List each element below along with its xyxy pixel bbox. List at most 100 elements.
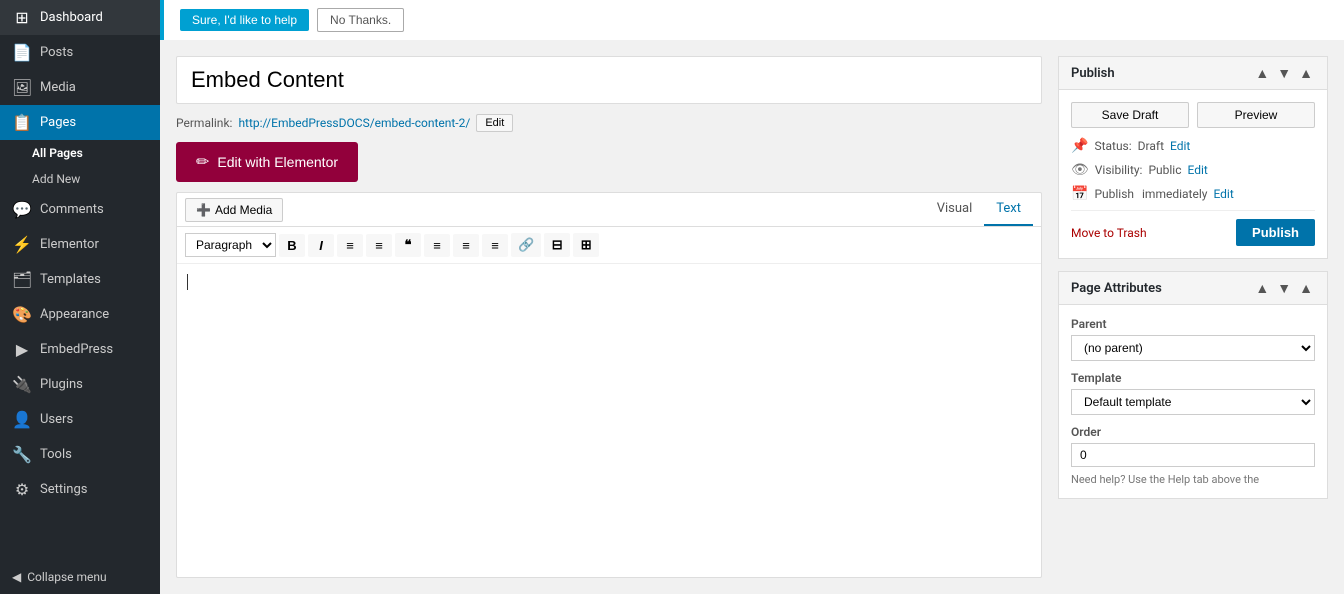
sidebar-item-label: Templates: [40, 272, 101, 287]
order-label: Order: [1071, 425, 1315, 439]
sidebar-item-label: Comments: [40, 202, 104, 217]
publish-time-value: immediately: [1142, 187, 1207, 201]
embedpress-icon: ▶: [12, 340, 32, 359]
sidebar-item-comments[interactable]: 💬 Comments: [0, 192, 160, 227]
sidebar-item-label: Appearance: [40, 307, 109, 322]
sidebar-item-plugins[interactable]: 🔌 Plugins: [0, 367, 160, 402]
sidebar-item-settings[interactable]: ⚙ Settings: [0, 472, 160, 507]
visibility-edit-link[interactable]: Edit: [1188, 163, 1208, 177]
sidebar-item-pages[interactable]: 📋 Pages: [0, 105, 160, 140]
sidebar-item-tools[interactable]: 🔧 Tools: [0, 437, 160, 472]
sidebar-item-label: Elementor: [40, 237, 99, 252]
elementor-logo-icon: ✏: [196, 152, 209, 172]
sidebar-item-dashboard[interactable]: ⊞ Dashboard: [0, 0, 160, 35]
order-input[interactable]: [1071, 443, 1315, 467]
help-banner: Sure, I'd like to help No Thanks.: [160, 0, 1344, 40]
content-area: Permalink: http://EmbedPressDOCS/embed-c…: [160, 40, 1344, 594]
format-select[interactable]: Paragraph: [185, 233, 276, 257]
status-edit-link[interactable]: Edit: [1170, 139, 1190, 153]
add-media-button[interactable]: ➕ Add Media: [185, 198, 283, 222]
permalink-edit-button[interactable]: Edit: [476, 114, 513, 132]
status-icon: 📌: [1071, 138, 1088, 154]
publish-time-edit-link[interactable]: Edit: [1213, 187, 1233, 201]
unlink-button[interactable]: ⊟: [544, 233, 570, 257]
attributes-panel-close-button[interactable]: ▲: [1297, 280, 1315, 296]
status-row: 📌 Status: Draft Edit: [1071, 138, 1315, 154]
publish-panel: Publish ▲ ▼ ▲ Save Draft Preview 📌 Statu…: [1058, 56, 1328, 259]
sidebar-item-label: EmbedPress: [40, 342, 113, 357]
template-label: Template: [1071, 371, 1315, 385]
publish-time-row: 📅 Publish immediately Edit: [1071, 186, 1315, 202]
sidebar-item-embedpress[interactable]: ▶ EmbedPress: [0, 332, 160, 367]
sidebar-item-templates[interactable]: 🗂 Templates: [0, 262, 160, 297]
italic-button[interactable]: I: [308, 234, 334, 257]
parent-label: Parent: [1071, 317, 1315, 331]
calendar-icon: 📅: [1071, 186, 1088, 202]
publish-button[interactable]: Publish: [1236, 219, 1315, 246]
sidebar-item-elementor[interactable]: ⚡ Elementor: [0, 227, 160, 262]
sidebar-item-label: Tools: [40, 447, 72, 462]
page-attributes-header: Page Attributes ▲ ▼ ▲: [1059, 272, 1327, 305]
publish-panel-header: Publish ▲ ▼ ▲: [1059, 57, 1327, 90]
blockquote-button[interactable]: ❝: [395, 233, 421, 257]
preview-button[interactable]: Preview: [1197, 102, 1315, 128]
sidebar-item-label: Pages: [40, 115, 76, 130]
right-panel: Publish ▲ ▼ ▲ Save Draft Preview 📌 Statu…: [1058, 56, 1328, 578]
appearance-icon: 🎨: [12, 305, 32, 324]
sidebar-item-posts[interactable]: 📄 Posts: [0, 35, 160, 70]
users-icon: 👤: [12, 410, 32, 429]
post-title-input[interactable]: [176, 56, 1042, 104]
unordered-list-button[interactable]: ≡: [337, 234, 363, 257]
publish-collapse-up-button[interactable]: ▲: [1253, 65, 1271, 81]
align-right-button[interactable]: ≡: [482, 234, 508, 257]
main-area: Sure, I'd like to help No Thanks. Permal…: [160, 0, 1344, 594]
permalink-url[interactable]: http://EmbedPressDOCS/embed-content-2/: [238, 116, 470, 130]
page-attributes-title: Page Attributes: [1071, 281, 1162, 296]
help-yes-button[interactable]: Sure, I'd like to help: [180, 9, 309, 31]
edit-with-elementor-button[interactable]: ✏ Edit with Elementor: [176, 142, 358, 182]
sidebar: ⊞ Dashboard 📄 Posts 🖼 Media 📋 Pages All …: [0, 0, 160, 594]
text-cursor: [187, 274, 188, 290]
publish-panel-title: Publish: [1071, 66, 1115, 81]
align-center-button[interactable]: ≡: [453, 234, 479, 257]
save-draft-button[interactable]: Save Draft: [1071, 102, 1189, 128]
add-media-icon: ➕: [196, 203, 211, 217]
attributes-collapse-up-button[interactable]: ▲: [1253, 280, 1271, 296]
tab-visual[interactable]: Visual: [925, 193, 985, 226]
publish-panel-body: Save Draft Preview 📌 Status: Draft Edit …: [1059, 90, 1327, 258]
permalink-bar: Permalink: http://EmbedPressDOCS/embed-c…: [176, 114, 1042, 132]
template-select[interactable]: Default template: [1071, 389, 1315, 415]
publish-bottom-row: Move to Trash Publish: [1071, 219, 1315, 246]
collapse-menu-button[interactable]: ◀ Collapse menu: [0, 560, 160, 594]
publish-collapse-down-button[interactable]: ▼: [1275, 65, 1293, 81]
bold-button[interactable]: B: [279, 234, 305, 257]
visibility-row: 👁 Visibility: Public Edit: [1071, 162, 1315, 178]
help-text: Need help? Use the Help tab above the: [1071, 473, 1315, 486]
sidebar-item-appearance[interactable]: 🎨 Appearance: [0, 297, 160, 332]
sidebar-subitem-add-new[interactable]: Add New: [0, 166, 160, 192]
ordered-list-button[interactable]: ≡: [366, 234, 392, 257]
align-left-button[interactable]: ≡: [424, 234, 450, 257]
settings-icon: ⚙: [12, 480, 32, 499]
elementor-icon: ⚡: [12, 235, 32, 254]
page-attributes-panel: Page Attributes ▲ ▼ ▲ Parent (no parent)…: [1058, 271, 1328, 499]
sidebar-item-users[interactable]: 👤 Users: [0, 402, 160, 437]
sidebar-item-label: Dashboard: [40, 10, 103, 25]
parent-select[interactable]: (no parent): [1071, 335, 1315, 361]
plugins-icon: 🔌: [12, 375, 32, 394]
sidebar-item-media[interactable]: 🖼 Media: [0, 70, 160, 105]
editor-tab-bar: ➕ Add Media Visual Text: [177, 193, 1041, 227]
status-value: Draft: [1138, 139, 1164, 153]
publish-panel-controls: ▲ ▼ ▲: [1253, 65, 1315, 81]
table-button[interactable]: ⊞: [573, 233, 599, 257]
sidebar-subitem-all-pages[interactable]: All Pages: [0, 140, 160, 166]
sidebar-item-label: Plugins: [40, 377, 83, 392]
help-no-button[interactable]: No Thanks.: [317, 8, 404, 32]
publish-panel-close-button[interactable]: ▲: [1297, 65, 1315, 81]
link-button[interactable]: 🔗: [511, 233, 541, 257]
attributes-collapse-down-button[interactable]: ▼: [1275, 280, 1293, 296]
templates-icon: 🗂: [12, 270, 32, 289]
tab-text[interactable]: Text: [984, 193, 1033, 226]
editor-content-area[interactable]: [177, 264, 1041, 444]
move-to-trash-link[interactable]: Move to Trash: [1071, 226, 1147, 240]
